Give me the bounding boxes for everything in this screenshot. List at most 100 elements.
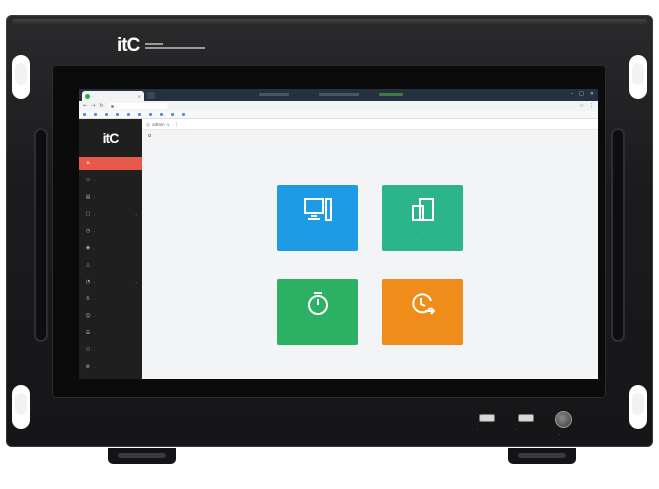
stopwatch-icon — [307, 292, 328, 315]
bookmark[interactable]: · — [137, 113, 143, 117]
chevron-right-icon: › — [135, 212, 137, 217]
bookmark-icon — [181, 113, 185, 116]
sidebar-item[interactable]: ⚇ · — [79, 344, 142, 357]
mic-icon: ♁ — [86, 296, 90, 302]
sidebar-item[interactable]: △ · — [79, 259, 142, 272]
tile-window[interactable]: · — [382, 185, 463, 251]
window-controls: – □ ✕ — [571, 91, 594, 97]
sidebar-item[interactable]: ▭ · — [79, 174, 142, 187]
forward-icon[interactable]: → — [91, 103, 95, 109]
document-icon: ▭ — [85, 177, 91, 183]
bookmark-icon — [104, 113, 108, 116]
device-foot-right — [508, 448, 576, 464]
sidebar-item[interactable]: ☺ · — [79, 310, 142, 323]
user-icon: ☺ — [85, 313, 91, 319]
app-logo: itC — [102, 130, 120, 146]
browser-menu-icon[interactable]: ⋮ — [589, 103, 594, 109]
bookmark[interactable]: · — [159, 113, 165, 117]
group-icon: ⚇ — [85, 347, 91, 353]
warning-icon: △ — [86, 262, 90, 268]
bookmark-icon — [148, 113, 152, 116]
bookmark[interactable]: · — [83, 113, 88, 117]
monitor-icon — [303, 198, 332, 221]
list-icon: ☰ — [85, 330, 91, 336]
bookmark-icon — [93, 113, 97, 116]
sidebar-item[interactable]: ◉ · — [79, 242, 142, 255]
device-model-text — [145, 43, 206, 49]
site-info-icon — [110, 104, 114, 108]
mounting-slot — [632, 393, 644, 415]
bookmark[interactable]: · — [148, 113, 154, 117]
port-label: · — [477, 427, 479, 432]
username: admin — [152, 121, 165, 127]
mounting-slot — [632, 63, 644, 85]
tile-monitor[interactable]: · — [277, 185, 358, 251]
sidebar: itC ⌂ · ▭ · ▤ · ▢ · › ◷ · ◉ · △ · ◔ · › … — [79, 119, 142, 379]
bookmark-icon — [83, 113, 86, 116]
browser-tab-strip: · ✕ – □ ✕ — [79, 89, 598, 101]
tile-stopwatch[interactable]: · — [277, 279, 358, 345]
power-label: · — [559, 432, 561, 437]
timer-icon: ◔ — [85, 279, 91, 285]
home-icon: ⌂ — [86, 160, 90, 166]
bookmark-icon — [170, 113, 174, 116]
new-tab-button[interactable] — [147, 92, 155, 99]
chevron-right-icon: › — [135, 280, 137, 285]
close-window-icon[interactable]: ✕ — [590, 91, 594, 97]
back-icon[interactable]: ← — [83, 103, 87, 109]
chat-icon: ▢ — [85, 211, 91, 217]
mounting-slot — [15, 63, 27, 85]
star-icon[interactable]: ☆ — [580, 103, 584, 109]
tile-clock-arrow[interactable]: · — [382, 279, 463, 345]
sidebar-item[interactable]: ⚙ · — [79, 361, 142, 374]
bookmark[interactable]: · — [104, 113, 110, 117]
user-icon: ☺ — [146, 121, 151, 127]
bookmark[interactable]: · — [93, 113, 99, 117]
minimize-icon[interactable]: – — [571, 91, 574, 97]
mounting-slot — [15, 393, 27, 415]
device-logo: itC — [117, 35, 140, 56]
chevron-down-icon: ∨ — [166, 121, 170, 127]
sidebar-item[interactable]: ▢ · › — [79, 208, 142, 221]
rack-handle-left — [34, 128, 48, 342]
sidebar-item[interactable]: ◷ · — [79, 225, 142, 238]
browser-tab[interactable]: · ✕ — [82, 91, 144, 101]
power-button[interactable] — [555, 411, 572, 428]
settings-icon: ⚙ — [85, 364, 91, 370]
app-topbar: ☺ admin ∨ · — [142, 119, 598, 130]
tab-title: · — [92, 93, 94, 99]
sidebar-item[interactable]: ☰ · — [79, 327, 142, 340]
rack-handle-right — [611, 128, 625, 342]
bookmark[interactable]: · — [170, 113, 176, 117]
touch-screen: · ✕ – □ ✕ ← → ↻ · ☆ ⋮ · · · · · · · · · … — [79, 89, 598, 379]
usb-port — [479, 414, 495, 422]
sidebar-item[interactable]: ▤ · — [79, 191, 142, 204]
sidebar-item[interactable]: ♁ · — [79, 293, 142, 306]
sidebar-item-home[interactable]: ⌂ · — [79, 157, 142, 170]
bookmark-icon — [115, 113, 119, 116]
clock-icon: ◷ — [85, 228, 91, 234]
sidebar-item[interactable]: ◔ · › — [79, 276, 142, 289]
bookmark-icon — [137, 113, 141, 116]
bookmarks-bar: · · · · · · · · · · — [79, 111, 598, 119]
bookmark[interactable]: · — [126, 113, 132, 117]
main-content: ☺ admin ∨ · · · · · · — [142, 119, 598, 379]
tab-close-icon[interactable]: ✕ — [138, 94, 141, 99]
port-label: · — [516, 427, 518, 432]
reload-icon[interactable]: ↻ — [99, 103, 103, 109]
web-app: itC ⌂ · ▭ · ▤ · ▢ · › ◷ · ◉ · △ · ◔ · › … — [79, 119, 598, 379]
url-input[interactable]: · — [107, 103, 168, 109]
bookmark-icon — [126, 113, 130, 116]
home-icon — [148, 133, 151, 137]
bookmark[interactable]: · — [115, 113, 121, 117]
url-text: · — [115, 103, 117, 109]
clock-arrow-icon — [411, 293, 435, 315]
usb-port — [518, 414, 534, 422]
address-bar: ← → ↻ · ☆ ⋮ — [79, 101, 598, 111]
folder-icon: ▤ — [85, 194, 91, 200]
broadcast-icon: ◉ — [85, 245, 91, 251]
window-icon — [411, 198, 434, 221]
bookmark[interactable]: · — [181, 113, 187, 117]
maximize-icon[interactable]: □ — [579, 91, 584, 97]
user-menu[interactable]: ☺ admin ∨ — [146, 122, 170, 127]
